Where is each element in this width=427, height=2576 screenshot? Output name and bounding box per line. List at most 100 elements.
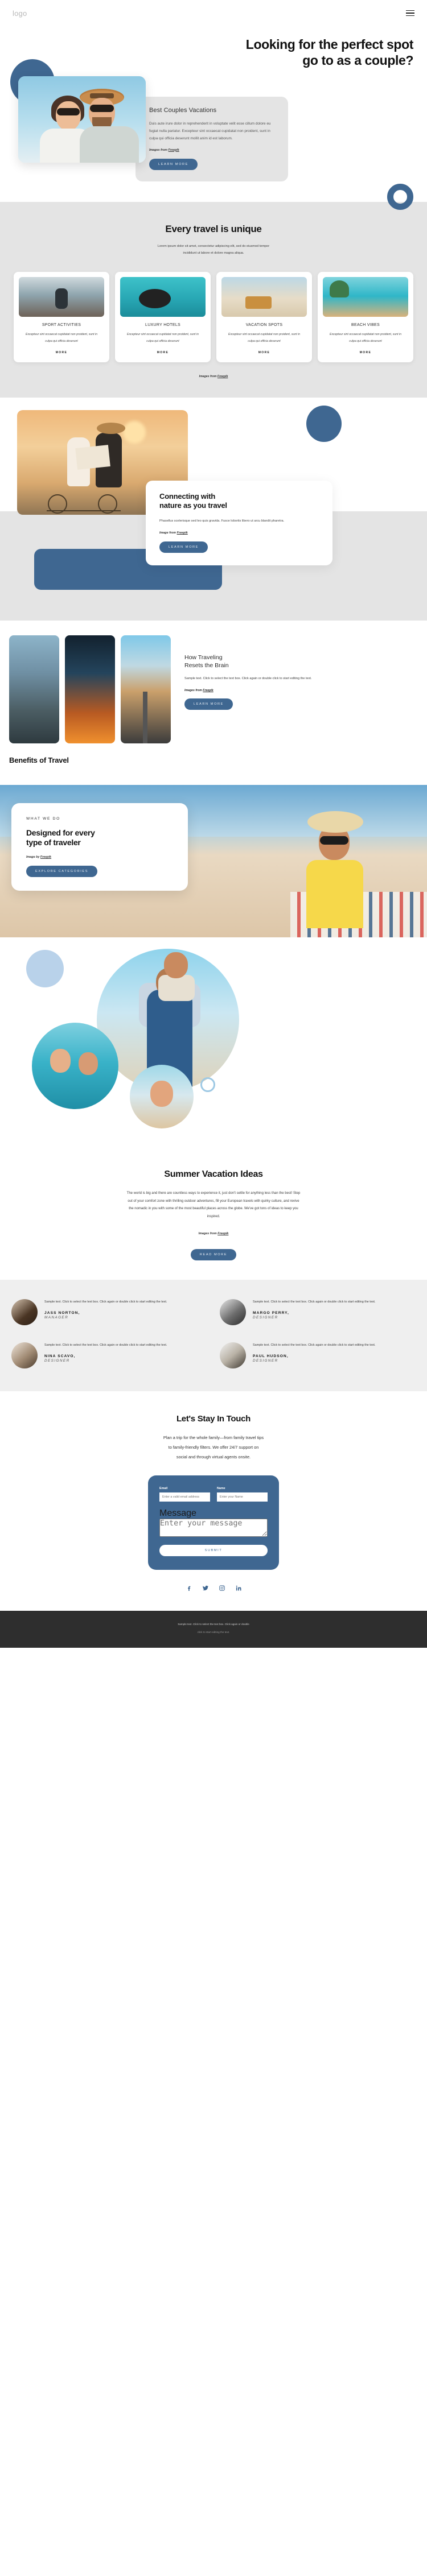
testimonials-section: Sample text. Click to select the text bo… (0, 1280, 427, 1392)
brain-title-line2: Resets the Brain (184, 662, 229, 669)
explore-categories-button[interactable]: EXPLORE CATEGORIES (26, 865, 98, 877)
testimonial-role: DESIGNER (44, 1358, 70, 1363)
designed-title-line1: Designed for every (26, 828, 95, 838)
card-body: Excepteur sint occaecat cupidatat non pr… (329, 333, 402, 343)
brain-credit: Images from Freepik (184, 689, 418, 692)
pool-couple-photo-circle (32, 1023, 118, 1110)
unique-subtitle-line2: incididunt ut labore et dolore magna ali… (183, 251, 244, 255)
name-field[interactable] (217, 1492, 268, 1502)
instagram-icon[interactable] (219, 1585, 225, 1591)
connect-learn-more-button[interactable]: LEARN MORE (159, 541, 208, 553)
luxury-hotels-image (120, 277, 206, 317)
card-title: LUXURY HOTELS (145, 323, 180, 328)
decorative-circle-blue (26, 950, 64, 988)
card-more-link[interactable]: MORE (323, 351, 408, 354)
connect-body: Phasellus scelerisque sed leo quis gravi… (159, 519, 285, 523)
contact-lead-line1: Plan a trip for the whole family—from fa… (163, 1435, 264, 1441)
category-card-beach[interactable]: BEACH VIBES Excepteur sint occaecat cupi… (318, 272, 413, 363)
designed-credit: Image by Freepik (26, 855, 174, 859)
testimonial-name: JASS NORTON, (44, 1310, 80, 1315)
site-header: logo (0, 0, 427, 26)
credit-prefix: Images from (198, 1232, 218, 1236)
summer-read-more-button[interactable]: READ MORE (190, 1249, 237, 1261)
card-more-link[interactable]: MORE (120, 351, 206, 354)
hero-learn-more-button[interactable]: LEARN MORE (149, 158, 198, 170)
avatar (11, 1299, 38, 1326)
card-title: BEACH VIBES (351, 323, 380, 328)
testimonial-item: Sample text. Click to select the text bo… (11, 1342, 207, 1369)
hero-card-title: Best Couples Vacations (149, 107, 217, 114)
summer-title: Summer Vacation Ideas (164, 1169, 263, 1180)
page-root: logo Looking for the perfect spot go to … (0, 0, 427, 1648)
site-footer: Sample text. Click to select the text bo… (0, 1611, 427, 1648)
brain-text-block: How Traveling Resets the Brain Sample te… (176, 635, 418, 743)
testimonial-role: DESIGNER (253, 1315, 278, 1320)
testimonial-quote: Sample text. Click to select the text bo… (253, 1343, 376, 1347)
card-more-link[interactable]: MORE (221, 351, 307, 354)
freepik-link[interactable]: Freepik (217, 1232, 228, 1235)
summer-credit: Images from Freepik (0, 1232, 427, 1235)
vacation-spots-image (221, 277, 307, 317)
contact-lead: Plan a trip for the whole family—from fa… (120, 1433, 307, 1462)
card-body: Excepteur sint occaecat cupidatat non pr… (228, 333, 301, 343)
message-field[interactable] (159, 1519, 268, 1537)
category-card-luxury[interactable]: LUXURY HOTELS Excepteur sint occaecat cu… (115, 272, 211, 363)
freepik-link[interactable]: Freepik (40, 855, 51, 859)
testimonial-quote: Sample text. Click to select the text bo… (253, 1300, 376, 1304)
unique-subtitle: Lorem ipsum dolor sit amet, consectetur … (0, 243, 427, 258)
unique-subtitle-line1: Lorem ipsum dolor sit amet, consectetur … (157, 244, 270, 248)
brain-section: How Traveling Resets the Brain Sample te… (0, 621, 427, 771)
testimonial-role: DESIGNER (253, 1358, 278, 1363)
message-label: Message (159, 1508, 196, 1519)
testimonial-item: Sample text. Click to select the text bo… (220, 1299, 416, 1326)
credit-prefix: Images from (149, 148, 169, 152)
beach-woman-photo-circle (130, 1065, 194, 1129)
brain-photo-group (9, 635, 171, 744)
designed-info-card: WHAT WE DO Designed for every type of tr… (11, 803, 188, 891)
facebook-icon[interactable] (186, 1585, 192, 1591)
freepik-link[interactable]: Freepik (217, 375, 228, 378)
avatar (220, 1342, 246, 1369)
contact-form: Email Name Message SUBMIT (148, 1475, 279, 1570)
sport-activities-image (19, 277, 104, 317)
freepik-link[interactable]: Freepik (177, 531, 188, 535)
designed-eyebrow: WHAT WE DO (26, 817, 60, 821)
designed-section: WHAT WE DO Designed for every type of tr… (0, 785, 427, 938)
card-more-link[interactable]: MORE (19, 351, 104, 354)
testimonial-role: MANAGER (44, 1315, 69, 1320)
connect-info-card: Connecting with nature as you travel Pha… (146, 481, 332, 565)
linkedin-icon[interactable] (235, 1585, 242, 1591)
footer-line1: Sample text. Click to select the text bo… (178, 1623, 249, 1626)
hero-card-credit: Images from Freepik (149, 148, 278, 152)
twitter-icon[interactable] (202, 1585, 209, 1591)
hero-info-card: Best Couples Vacations Duis aute irure d… (136, 97, 288, 181)
category-card-vacation[interactable]: VACATION SPOTS Excepteur sint occaecat c… (216, 272, 312, 363)
brain-learn-more-button[interactable]: LEARN MORE (184, 698, 233, 710)
testimonial-item: Sample text. Click to select the text bo… (11, 1299, 207, 1326)
decorative-ring-outline (200, 1077, 215, 1093)
contact-lead-line2: to family-friendly filters. We offer 24/… (168, 1445, 259, 1450)
hamburger-menu-icon[interactable] (406, 10, 414, 16)
connect-credit: Image from Freepik (159, 531, 320, 535)
category-cards: SPORT ACTIVITIES Excepteur sint occaecat… (0, 272, 427, 363)
contact-title: Let's Stay In Touch (176, 1414, 251, 1424)
card-body: Excepteur sint occaecat cupidatat non pr… (126, 333, 199, 343)
brain-title: How Traveling Resets the Brain (184, 654, 418, 669)
campfire-photo (65, 635, 115, 744)
email-field[interactable] (159, 1492, 210, 1502)
site-logo[interactable]: logo (13, 9, 27, 18)
hero-title: Looking for the perfect spot go to as a … (0, 36, 427, 68)
unique-section: Every travel is unique Lorem ipsum dolor… (0, 201, 427, 398)
freepik-link[interactable]: Freepik (203, 689, 213, 692)
testimonial-item: Sample text. Click to select the text bo… (220, 1342, 416, 1369)
testimonial-name: MARGO PERRY, (253, 1310, 289, 1315)
freepik-link[interactable]: Freepik (169, 148, 179, 152)
connect-decorative-blob (306, 406, 342, 443)
hero-decorative-ring (387, 183, 413, 210)
category-card-sport[interactable]: SPORT ACTIVITIES Excepteur sint occaecat… (14, 272, 109, 363)
connect-title-line2: nature as you travel (159, 501, 227, 510)
mountain-photo (9, 635, 59, 744)
avatar (11, 1342, 38, 1369)
testimonial-name: NINA SCAVO, (44, 1354, 76, 1358)
submit-button[interactable]: SUBMIT (159, 1545, 268, 1557)
